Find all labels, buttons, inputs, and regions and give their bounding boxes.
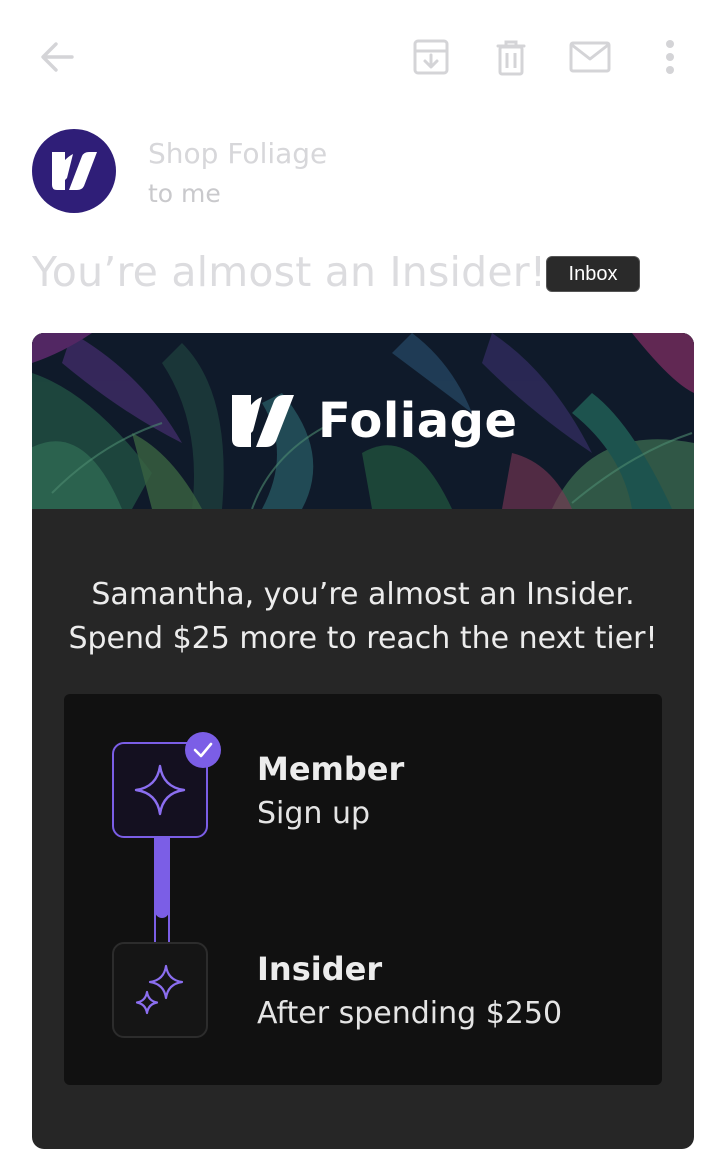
archive-icon[interactable] <box>410 36 452 78</box>
back-arrow-icon[interactable] <box>36 36 78 78</box>
tier-name-insider: Insider <box>257 950 383 988</box>
inbox-label-badge[interactable]: Inbox <box>546 256 640 292</box>
sender-row: Shop Foliage to me <box>32 129 692 215</box>
tier-progress-panel: Member Sign up Insider After spending $2… <box>64 694 662 1085</box>
sparkle-icon <box>134 764 186 816</box>
message-line-2: Spend $25 more to reach the next tier! <box>68 621 658 656</box>
tier-message: Samantha, you’re almost an Insider. Spen… <box>32 573 694 661</box>
sender-name[interactable]: Shop Foliage <box>148 137 327 170</box>
tier-progress-fill <box>155 838 169 918</box>
email-body-card: Foliage Samantha, you’re almost an Insid… <box>32 333 694 1149</box>
completed-check-icon <box>185 732 221 768</box>
brand-name: Foliage <box>318 393 518 449</box>
more-vert-icon[interactable] <box>656 36 684 78</box>
foliage-logo-icon <box>52 152 97 190</box>
insider-tier-icon <box>112 942 208 1038</box>
recipient-line[interactable]: to me <box>148 179 221 208</box>
brand-banner: Foliage <box>32 333 694 509</box>
email-subject: You’re almost an Insider! <box>32 248 547 296</box>
tier-desc-insider: After spending $250 <box>257 996 563 1031</box>
trash-icon[interactable] <box>490 36 532 78</box>
sparkles-icon <box>135 964 184 1015</box>
brand-lockup: Foliage <box>230 393 518 449</box>
tier-name-member: Member <box>257 750 405 788</box>
foliage-logo-icon <box>232 395 294 447</box>
mail-icon[interactable] <box>566 36 614 78</box>
tier-desc-member: Sign up <box>257 796 371 831</box>
email-toolbar <box>0 0 726 115</box>
message-line-1: Samantha, you’re almost an Insider. <box>91 577 635 612</box>
sender-avatar[interactable] <box>32 129 116 213</box>
